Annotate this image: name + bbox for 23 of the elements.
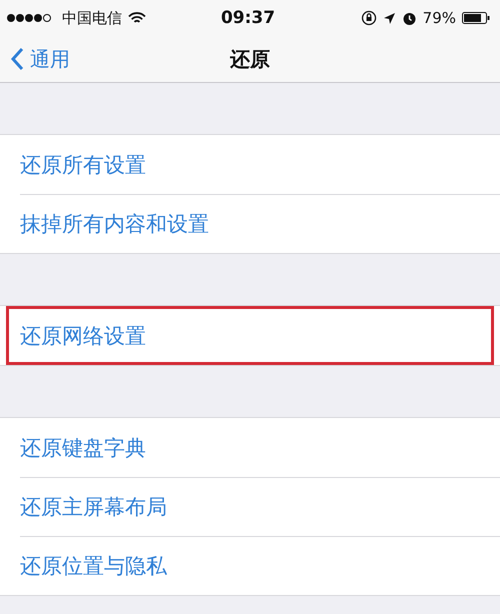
location-arrow-icon xyxy=(382,12,396,24)
clock-time: 09:37 xyxy=(220,8,276,28)
battery-icon xyxy=(462,12,490,24)
row-label: 还原所有设置 xyxy=(20,152,146,178)
settings-row[interactable]: 还原位置与隐私 xyxy=(0,536,500,595)
settings-row[interactable]: 还原主屏幕布局 xyxy=(0,477,500,536)
settings-row[interactable]: 还原键盘字典 xyxy=(0,418,500,477)
page-title: 还原 xyxy=(230,46,270,72)
settings-row[interactable]: 还原所有设置 xyxy=(0,135,500,194)
row-label: 还原位置与隐私 xyxy=(20,552,167,580)
row-label: 抹掉所有内容和设置 xyxy=(20,210,209,238)
highlighted-settings-row[interactable]: 还原网络设置 xyxy=(6,306,494,365)
battery-percentage: 79% xyxy=(422,9,456,27)
row-label: 还原主屏幕布局 xyxy=(20,494,167,520)
alarm-icon xyxy=(402,10,417,26)
row-label: 还原网络设置 xyxy=(20,322,146,350)
row-label: 还原键盘字典 xyxy=(20,434,146,462)
wifi-icon xyxy=(128,12,146,24)
carrier-name: 中国电信 xyxy=(62,8,122,28)
rotation-lock-icon xyxy=(360,10,377,26)
chevron-left-icon xyxy=(10,47,24,71)
back-button[interactable]: 通用 xyxy=(10,46,70,72)
settings-row[interactable]: 抹掉所有内容和设置 xyxy=(0,194,500,253)
